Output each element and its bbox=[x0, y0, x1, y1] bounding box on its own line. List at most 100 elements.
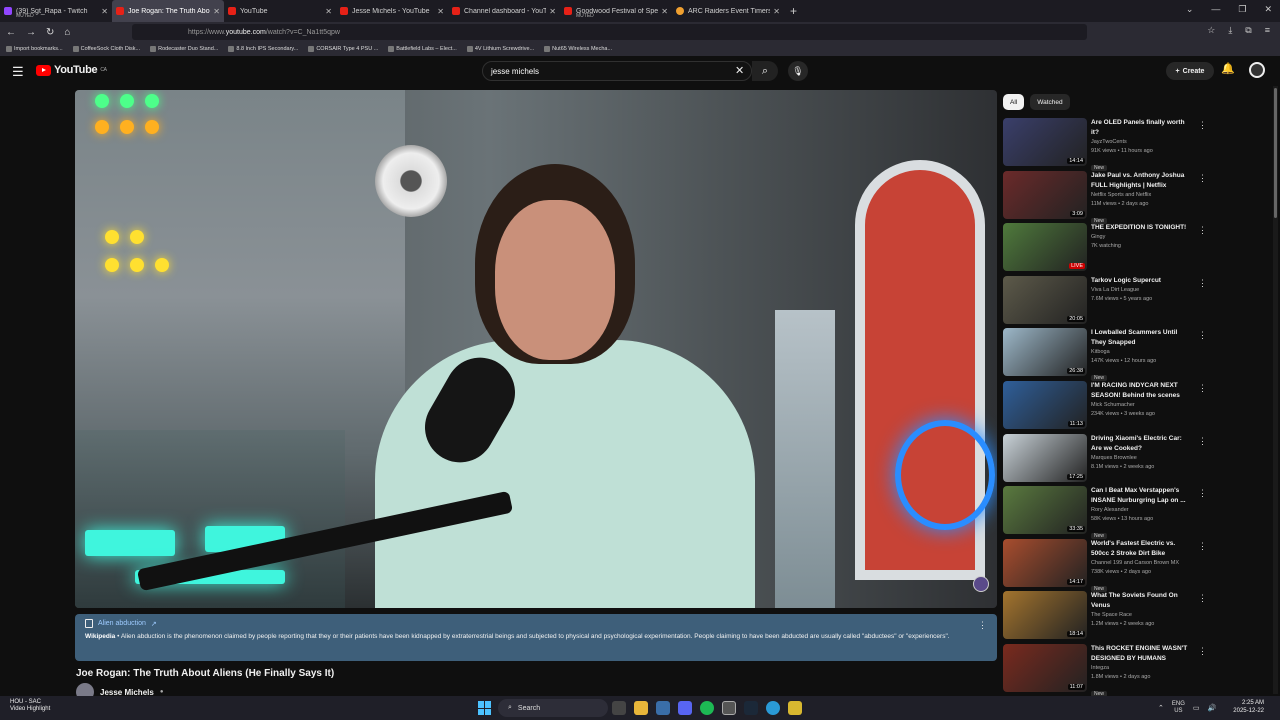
new-tab-button[interactable]: + bbox=[790, 4, 797, 18]
recommended-video[interactable]: LIVE THE EXPEDITION IS TONIGHT! Gingy 7K wa… bbox=[1003, 223, 1208, 276]
page-scrollbar[interactable] bbox=[1273, 86, 1278, 694]
browser-tab[interactable]: Channel dashboard - YouTube✕ bbox=[448, 0, 560, 22]
bookmark-item[interactable]: CORSAIR Type 4 PSU ... bbox=[308, 46, 378, 52]
close-tab-icon[interactable]: ✕ bbox=[661, 7, 668, 16]
video-title[interactable]: World's Fastest Electric vs. 500cc 2 Str… bbox=[1091, 539, 1191, 559]
home-icon[interactable]: ⌂ bbox=[64, 27, 70, 38]
video-thumbnail[interactable]: LIVE bbox=[1003, 223, 1087, 272]
browser-tab[interactable]: Jesse Michels - YouTube ✕ bbox=[336, 0, 448, 22]
more-options-icon[interactable]: ⋮ bbox=[1198, 593, 1207, 604]
video-title[interactable]: Jake Paul vs. Anthony Joshua FULL Highli… bbox=[1091, 171, 1191, 191]
close-icon[interactable]: ✕ bbox=[1264, 4, 1272, 15]
account-avatar[interactable] bbox=[1249, 62, 1265, 78]
bookmark-item[interactable]: Import bookmarks... bbox=[6, 46, 63, 52]
video-title[interactable]: Driving Xiaomi's Electric Car: Are we Co… bbox=[1091, 434, 1191, 454]
volume-icon[interactable]: 🔊 bbox=[1208, 704, 1217, 712]
browser-tab[interactable]: Goodwood Festival of Speed -MUTED✕ bbox=[560, 0, 672, 22]
restore-icon[interactable]: ❐ bbox=[1238, 4, 1246, 15]
video-thumbnail[interactable]: 3:09 bbox=[1003, 170, 1087, 219]
filter-chip[interactable]: All bbox=[1003, 94, 1025, 110]
recommended-video[interactable]: 11:07 This ROCKET ENGINE WASN'T DESIGNED … bbox=[1003, 643, 1208, 697]
video-title[interactable]: This ROCKET ENGINE WASN'T DESIGNED BY HU… bbox=[1091, 644, 1191, 664]
video-thumbnail[interactable]: 20:05 bbox=[1003, 275, 1087, 324]
bookmark-star-icon[interactable]: ☆ bbox=[1207, 25, 1215, 36]
video-thumbnail[interactable]: 26:38 bbox=[1003, 328, 1087, 377]
channel-watermark-icon[interactable] bbox=[973, 576, 989, 592]
more-options-icon[interactable]: ⋮ bbox=[1198, 330, 1207, 341]
file-explorer-icon[interactable] bbox=[634, 701, 648, 715]
channel-name[interactable]: The Space Race bbox=[1091, 611, 1191, 620]
windows-start-icon[interactable] bbox=[478, 701, 492, 715]
close-tab-icon[interactable]: ✕ bbox=[549, 7, 556, 16]
bookmark-item[interactable]: Battlefield Labs – Elect... bbox=[388, 46, 457, 52]
recommended-video[interactable]: 3:09 Jake Paul vs. Anthony Joshua FULL Hi… bbox=[1003, 170, 1208, 224]
video-title[interactable]: I Lowballed Scammers Until They Snapped bbox=[1091, 328, 1191, 348]
video-title[interactable]: Are OLED Panels finally worth it? bbox=[1091, 118, 1191, 138]
app-icon[interactable] bbox=[788, 701, 802, 715]
channel-name[interactable]: Netflix Sports and Netflix bbox=[1091, 191, 1191, 200]
youtube-logo[interactable]: YouTube CA bbox=[36, 64, 107, 76]
recommended-video[interactable]: 18:14 What The Soviets Found On Venus The … bbox=[1003, 591, 1208, 644]
channel-name[interactable]: Mick Schumacher bbox=[1091, 401, 1191, 410]
video-thumbnail[interactable]: 11:13 bbox=[1003, 380, 1087, 429]
video-title[interactable]: Can I Beat Max Verstappen's INSANE Nurbu… bbox=[1091, 486, 1191, 506]
spotify-icon[interactable] bbox=[700, 701, 714, 715]
close-tab-icon[interactable]: ✕ bbox=[437, 7, 444, 16]
video-thumbnail[interactable]: 18:14 bbox=[1003, 591, 1087, 640]
address-bar[interactable]: https://www. youtube.com/watch?v=C_Na1tt5… bbox=[132, 24, 1087, 40]
channel-name[interactable]: JayzTwoCents bbox=[1091, 138, 1191, 147]
recommended-video[interactable]: 20:05 Tarkov Logic Supercut Viva La Dirt L… bbox=[1003, 275, 1208, 329]
monitor-app-icon[interactable] bbox=[656, 701, 670, 715]
bookmark-item[interactable]: 4V Lithium Screwdrive... bbox=[466, 46, 534, 52]
forward-icon[interactable]: → bbox=[26, 27, 36, 38]
more-options-icon[interactable]: ⋮ bbox=[1198, 646, 1207, 657]
task-view-icon[interactable] bbox=[612, 701, 626, 715]
channel-name[interactable]: Kitboga bbox=[1091, 348, 1191, 357]
browser-icon[interactable] bbox=[766, 701, 780, 715]
more-options-icon[interactable]: ⋮ bbox=[1198, 225, 1207, 236]
recommended-video[interactable]: 14:14 Are OLED Panels finally worth it? Ja… bbox=[1003, 118, 1208, 171]
video-thumbnail[interactable]: 14:17 bbox=[1003, 538, 1087, 587]
steam-icon[interactable] bbox=[744, 701, 758, 715]
video-title[interactable]: What The Soviets Found On Venus bbox=[1091, 591, 1191, 611]
more-options-icon[interactable]: ⋮ bbox=[1198, 436, 1207, 447]
video-player[interactable] bbox=[75, 90, 997, 608]
scrollbar-thumb[interactable] bbox=[1274, 88, 1277, 218]
video-thumbnail[interactable]: 33:35 bbox=[1003, 486, 1087, 535]
more-options-icon[interactable]: ⋮ bbox=[1198, 173, 1207, 184]
video-thumbnail[interactable]: 17:25 bbox=[1003, 433, 1087, 482]
browser-tab[interactable]: YouTube ✕ bbox=[224, 0, 336, 22]
more-options-icon[interactable]: ⋮ bbox=[1198, 383, 1207, 394]
create-button[interactable]: + Create bbox=[1166, 62, 1214, 80]
channel-name[interactable]: Marques Brownlee bbox=[1091, 454, 1191, 463]
video-thumbnail[interactable]: 11:07 bbox=[1003, 643, 1087, 692]
bookmark-item[interactable]: 8.8 Inch IPS Secondary... bbox=[228, 46, 298, 52]
discord-icon[interactable] bbox=[678, 701, 692, 715]
taskbar-widget[interactable]: HOU - SAC Video Highlight bbox=[10, 699, 50, 713]
chevron-down-icon[interactable]: ⌄ bbox=[1186, 4, 1194, 15]
close-tab-icon[interactable]: ✕ bbox=[773, 7, 780, 16]
video-thumbnail[interactable]: 14:14 bbox=[1003, 118, 1087, 166]
close-tab-icon[interactable]: ✕ bbox=[325, 7, 332, 16]
bookmark-item[interactable]: CoffeeSock Cloth Disk... bbox=[72, 46, 140, 52]
channel-name[interactable]: Channel 199 and Carson Brown MX bbox=[1091, 559, 1191, 568]
close-tab-icon[interactable]: ✕ bbox=[213, 7, 220, 16]
browser-tab[interactable]: ARC Raiders Event Timers | Me✕ bbox=[672, 0, 784, 22]
app-icon[interactable] bbox=[722, 701, 736, 715]
search-button[interactable]: ⌕ bbox=[752, 61, 778, 81]
extensions-icon[interactable]: ⧉ bbox=[1245, 25, 1251, 36]
taskbar-clock[interactable]: 2:25 AM 2025-12-22 bbox=[1224, 699, 1264, 715]
back-icon[interactable]: ← bbox=[6, 27, 16, 38]
menu-icon[interactable]: ≡ bbox=[1265, 25, 1270, 36]
voice-search-button[interactable]: 🎙 bbox=[788, 61, 808, 81]
recommended-video[interactable]: 11:13 I'M RACING INDYCAR NEXT SEASON! Beh… bbox=[1003, 380, 1208, 434]
recommended-video[interactable]: 33:35 Can I Beat Max Verstappen's INSANE … bbox=[1003, 486, 1208, 540]
hamburger-menu-icon[interactable]: ☰ bbox=[12, 64, 24, 80]
channel-name[interactable]: Rory Alexander bbox=[1091, 506, 1191, 515]
search-input[interactable]: jesse michels bbox=[482, 61, 752, 81]
filter-chip[interactable]: Watched bbox=[1030, 94, 1070, 110]
bookmark-item[interactable]: Rodecaster Duo Stand... bbox=[150, 46, 218, 52]
taskbar-search[interactable]: ⌕ Search bbox=[498, 699, 608, 717]
reload-icon[interactable]: ↻ bbox=[46, 27, 54, 38]
recommended-video[interactable]: 14:17 World's Fastest Electric vs. 500cc … bbox=[1003, 538, 1208, 592]
